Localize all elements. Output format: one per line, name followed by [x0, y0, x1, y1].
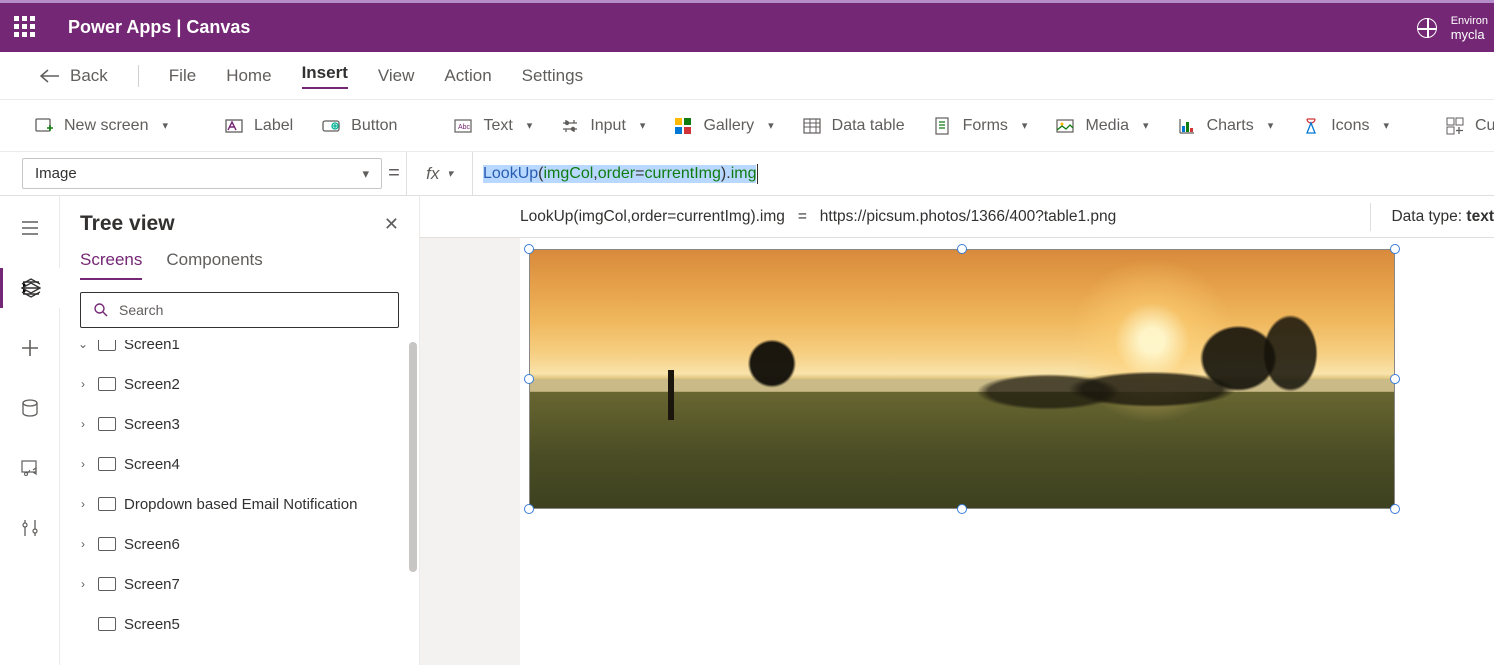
- resize-handle[interactable]: [524, 504, 534, 514]
- tree-item[interactable]: ›Screen6: [76, 524, 419, 564]
- back-button[interactable]: Back: [40, 66, 108, 86]
- left-rail: [0, 196, 60, 665]
- rail-media[interactable]: [0, 448, 60, 488]
- menu-insert[interactable]: Insert: [302, 63, 348, 89]
- search-placeholder: Search: [119, 302, 163, 318]
- gallery-dropdown[interactable]: Gallery▾: [673, 116, 773, 136]
- data-type-indicator: Data type: text: [1391, 208, 1494, 226]
- scrollbar[interactable]: [409, 342, 417, 572]
- menu-action[interactable]: Action: [444, 66, 491, 86]
- tree-view-panel: Tree view ✕ Screens Components Search ⌄S…: [60, 196, 420, 665]
- tree-view-title: Tree view: [80, 212, 384, 236]
- charts-dropdown[interactable]: Charts▾: [1177, 116, 1274, 136]
- canvas-area: LookUp(imgCol,order=currentImg).img = ht…: [420, 196, 1494, 665]
- close-icon[interactable]: ✕: [384, 214, 399, 235]
- screen-icon: [98, 577, 116, 591]
- tree-item[interactable]: ›Screen3: [76, 404, 419, 444]
- resize-handle[interactable]: [957, 504, 967, 514]
- app-title: Power Apps | Canvas: [68, 17, 250, 38]
- waffle-icon[interactable]: [14, 16, 38, 40]
- text-dropdown[interactable]: Abc Text▾: [453, 116, 532, 136]
- selected-image-control[interactable]: [530, 250, 1394, 508]
- formula-bar: Image ▾ = fx▾ LookUp(imgCol,order=curren…: [0, 152, 1494, 196]
- search-input[interactable]: Search: [80, 292, 399, 328]
- formula-result-bar: LookUp(imgCol,order=currentImg).img = ht…: [420, 196, 1494, 238]
- custom-dropdown[interactable]: Cus: [1445, 116, 1494, 136]
- resize-handle[interactable]: [1390, 504, 1400, 514]
- resize-handle[interactable]: [1390, 244, 1400, 254]
- resize-handle[interactable]: [524, 374, 534, 384]
- tree-item[interactable]: ›Screen5: [76, 604, 419, 644]
- resize-handle[interactable]: [1390, 374, 1400, 384]
- property-selector[interactable]: Image ▾: [22, 158, 382, 189]
- insert-ribbon: New screen▾ Label Button Abc Text▾ Input…: [0, 100, 1494, 152]
- tree-item[interactable]: ›Screen2: [76, 364, 419, 404]
- resize-handle[interactable]: [957, 244, 967, 254]
- app-header: Power Apps | Canvas Environ mycla: [0, 0, 1494, 52]
- new-screen-button[interactable]: New screen▾: [34, 116, 168, 136]
- screen-icon: [98, 377, 116, 391]
- menu-home[interactable]: Home: [226, 66, 271, 86]
- screen-icon: [98, 537, 116, 551]
- forms-dropdown[interactable]: Forms▾: [933, 116, 1028, 136]
- environment-label[interactable]: Environ mycla: [1451, 15, 1488, 41]
- rail-data[interactable]: [0, 388, 60, 428]
- fx-button[interactable]: fx▾: [407, 152, 473, 195]
- label-button[interactable]: Label: [224, 116, 293, 136]
- globe-icon[interactable]: [1417, 18, 1437, 38]
- input-dropdown[interactable]: Input▾: [560, 116, 645, 136]
- tree-item[interactable]: ›Screen7: [76, 564, 419, 604]
- screen-icon: [98, 497, 116, 511]
- rail-insert[interactable]: [0, 328, 60, 368]
- button-button[interactable]: Button: [321, 116, 397, 136]
- screen-icon: [98, 617, 116, 631]
- formula-input[interactable]: LookUp(imgCol,order=currentImg).img: [473, 164, 1494, 184]
- menu-view[interactable]: View: [378, 66, 415, 86]
- screen-icon: [98, 457, 116, 471]
- screen-list: ⌄Screen1 ›Screen2 ›Screen3 ›Screen4 ›Dro…: [60, 340, 419, 665]
- tree-item[interactable]: ⌄Screen1: [76, 340, 419, 364]
- screen-icon: [98, 417, 116, 431]
- rail-tools[interactable]: [0, 508, 60, 548]
- equals-sign: =: [382, 152, 406, 195]
- media-dropdown[interactable]: Media▾: [1055, 116, 1148, 136]
- menu-settings[interactable]: Settings: [522, 66, 583, 86]
- rail-tree-view[interactable]: [0, 268, 60, 308]
- svg-text:Abc: Abc: [458, 124, 471, 131]
- rail-hamburger[interactable]: [0, 208, 60, 248]
- screen-icon: [98, 340, 116, 351]
- image-content: [530, 250, 1394, 508]
- top-menu: Back File Home Insert View Action Settin…: [0, 52, 1494, 100]
- resize-handle[interactable]: [524, 244, 534, 254]
- data-table-button[interactable]: Data table: [802, 116, 905, 136]
- tab-components[interactable]: Components: [166, 250, 262, 280]
- tree-item[interactable]: ›Screen4: [76, 444, 419, 484]
- menu-file[interactable]: File: [169, 66, 196, 86]
- tab-screens[interactable]: Screens: [80, 250, 142, 280]
- tree-item[interactable]: ›Dropdown based Email Notification: [76, 484, 419, 524]
- icons-dropdown[interactable]: Icons▾: [1301, 116, 1389, 136]
